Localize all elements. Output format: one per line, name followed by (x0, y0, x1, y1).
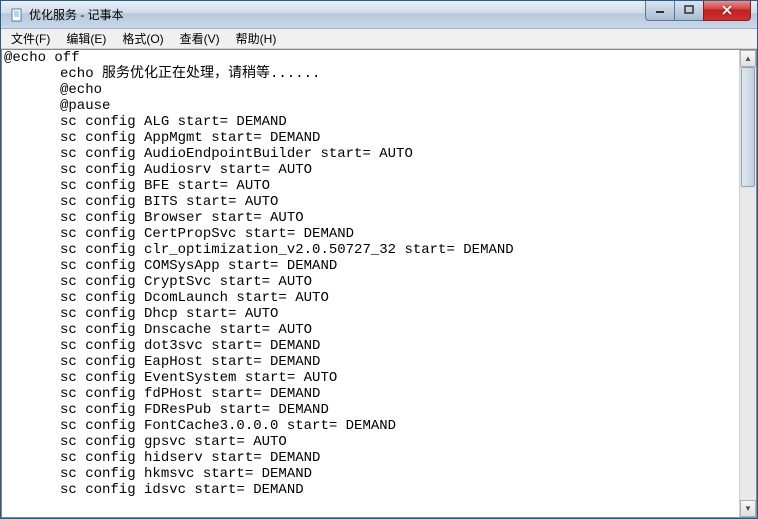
code-line: sc config clr_optimization_v2.0.50727_32… (60, 242, 737, 258)
menu-format[interactable]: 格式(O) (114, 28, 171, 49)
code-line: sc config AudioEndpointBuilder start= AU… (60, 146, 737, 162)
text-editor[interactable]: @echo offecho 服务优化正在处理，请稍等......@echo@pa… (2, 50, 739, 517)
chevron-up-icon: ▲ (744, 54, 752, 63)
code-line: sc config COMSysApp start= DEMAND (60, 258, 737, 274)
menu-help[interactable]: 帮助(H) (228, 28, 285, 49)
code-line: echo 服务优化正在处理，请稍等...... (60, 66, 737, 82)
window-title: 优化服务 - 记事本 (29, 6, 646, 23)
code-line: sc config ALG start= DEMAND (60, 114, 737, 130)
maximize-icon (684, 5, 694, 15)
close-icon (721, 5, 733, 15)
code-line: sc config BITS start= AUTO (60, 194, 737, 210)
code-line: sc config Dhcp start= AUTO (60, 306, 737, 322)
chevron-down-icon: ▼ (744, 504, 752, 513)
notepad-window: 优化服务 - 记事本 文件(F) 编辑(E) 格式(O) 查看(V) 帮助(H)… (0, 0, 758, 519)
minimize-icon (655, 5, 665, 15)
code-line: @echo off (4, 50, 737, 66)
code-line: sc config DcomLaunch start= AUTO (60, 290, 737, 306)
scroll-track[interactable] (740, 67, 756, 500)
code-line: sc config BFE start= AUTO (60, 178, 737, 194)
code-line: sc config hidserv start= DEMAND (60, 450, 737, 466)
vertical-scrollbar[interactable]: ▲ ▼ (739, 50, 756, 517)
minimize-button[interactable] (645, 1, 675, 21)
window-controls (646, 1, 757, 21)
content-area: @echo offecho 服务优化正在处理，请稍等......@echo@pa… (1, 49, 757, 518)
code-line: sc config AppMgmt start= DEMAND (60, 130, 737, 146)
code-line: sc config hkmsvc start= DEMAND (60, 466, 737, 482)
code-line: sc config dot3svc start= DEMAND (60, 338, 737, 354)
app-icon (9, 7, 25, 23)
code-line: sc config EventSystem start= AUTO (60, 370, 737, 386)
scroll-up-button[interactable]: ▲ (740, 50, 756, 67)
code-line: sc config FDResPub start= DEMAND (60, 402, 737, 418)
code-line: @pause (60, 98, 737, 114)
code-line: sc config gpsvc start= AUTO (60, 434, 737, 450)
maximize-button[interactable] (674, 1, 704, 21)
titlebar[interactable]: 优化服务 - 记事本 (1, 1, 757, 29)
code-line: @echo (60, 82, 737, 98)
code-line: sc config Audiosrv start= AUTO (60, 162, 737, 178)
menubar: 文件(F) 编辑(E) 格式(O) 查看(V) 帮助(H) (1, 29, 757, 49)
code-line: sc config fdPHost start= DEMAND (60, 386, 737, 402)
menu-file[interactable]: 文件(F) (3, 28, 58, 49)
menu-edit[interactable]: 编辑(E) (58, 28, 114, 49)
scroll-thumb[interactable] (741, 67, 755, 187)
code-line: sc config Browser start= AUTO (60, 210, 737, 226)
code-line: sc config Dnscache start= AUTO (60, 322, 737, 338)
code-line: sc config CertPropSvc start= DEMAND (60, 226, 737, 242)
code-line: sc config idsvc start= DEMAND (60, 482, 737, 498)
scroll-down-button[interactable]: ▼ (740, 500, 756, 517)
menu-view[interactable]: 查看(V) (172, 28, 228, 49)
code-line: sc config FontCache3.0.0.0 start= DEMAND (60, 418, 737, 434)
close-button[interactable] (703, 1, 751, 21)
code-line: sc config EapHost start= DEMAND (60, 354, 737, 370)
code-line: sc config CryptSvc start= AUTO (60, 274, 737, 290)
